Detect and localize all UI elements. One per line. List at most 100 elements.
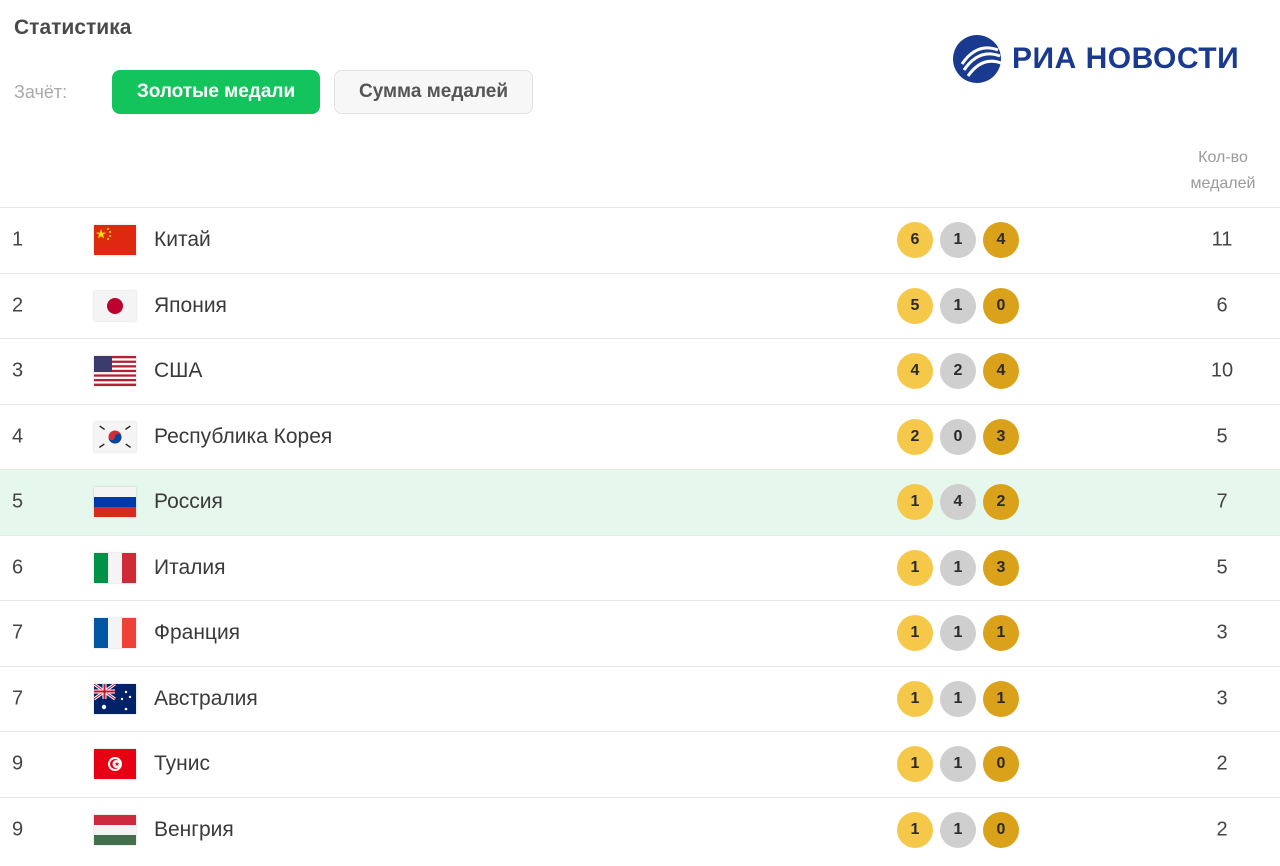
table-row[interactable]: 3 США 4 2 4 10 [0,338,1280,404]
logo-text: РИА НОВОСТИ [1012,42,1240,75]
country-name: Япония [154,293,227,317]
gold-medal-count: 6 [897,222,933,259]
medal-counts: 111 [897,615,1026,652]
bronze-medal-count: 1 [983,680,1019,717]
gold-medal-count: 5 [897,287,933,324]
total-column-header-line2: медалей [1190,175,1256,192]
china-flag-icon [94,225,136,256]
rank: 9 [12,818,24,841]
russia-flag-icon [94,487,136,518]
medal-table: 1 Китай 6 1 4 11 2 Япония 5 1 0 6 3 США 4 2 4 10 4 Республи… [0,207,1280,862]
table-row[interactable]: 2 Япония 5 1 0 6 [0,272,1280,339]
total-medal-count: 11 [1211,228,1233,251]
hungary-flag-icon [94,814,136,845]
table-row[interactable]: 1 Китай 6 1 4 11 [0,207,1280,273]
silver-medal-count: 1 [940,615,976,652]
bronze-medal-count: 4 [983,353,1019,390]
bronze-medal-count: 3 [983,418,1019,455]
rank: 5 [12,490,24,513]
silver-medal-count: 1 [940,549,976,586]
bronze-medal-count: 0 [983,746,1019,783]
france-flag-icon [94,618,136,649]
gold-medal-count: 1 [897,746,933,783]
country-name: США [154,359,203,383]
table-row[interactable]: 6 Италия 1 1 3 5 [0,534,1280,601]
filter-label: Зачёт: [14,82,68,102]
bronze-medal-count: 0 [983,287,1019,324]
ria-logo[interactable]: РИА НОВОСТИ [952,34,1239,84]
country-name: Китай [154,228,211,252]
rank: 1 [12,228,24,251]
silver-medal-count: 1 [940,811,976,848]
country-name: Австралия [154,686,258,710]
silver-medal-count: 1 [940,222,976,259]
total-medal-count: 7 [1216,490,1228,513]
total-medals-button[interactable]: Сумма медалей [334,70,533,114]
total-medal-count: 5 [1216,556,1228,579]
gold-medal-count: 1 [897,811,933,848]
table-row[interactable]: 7 Австралия 1 1 1 3 [0,665,1280,732]
rank: 7 [12,621,24,644]
bronze-medal-count: 1 [983,615,1019,652]
silver-medal-count: 1 [940,287,976,324]
rank: 7 [12,687,24,710]
country-name: Венгрия [154,817,234,841]
total-medal-count: 2 [1216,818,1228,841]
medal-counts: 110 [897,811,1026,848]
table-row[interactable]: 9 Венгрия 1 1 0 2 [0,796,1280,863]
country-name: Франция [154,621,241,645]
gold-medal-count: 2 [897,418,933,455]
medal-counts: 203 [897,418,1026,455]
total-medal-count: 5 [1216,425,1228,448]
gold-medal-count: 1 [897,549,933,586]
medal-counts: 111 [897,680,1026,717]
total-medal-count: 10 [1210,359,1234,382]
bronze-medal-count: 4 [983,222,1019,259]
medal-counts: 110 [897,746,1026,783]
bronze-medal-count: 2 [983,484,1019,521]
silver-medal-count: 0 [940,418,976,455]
total-column-header-line1: Кол-во [1198,149,1248,166]
rank: 4 [12,425,24,448]
australia-flag-icon [93,682,136,714]
bronze-medal-count: 3 [983,549,1019,586]
total-medal-count: 6 [1216,294,1228,317]
table-row[interactable]: 9 Тунис 1 1 0 2 [0,731,1280,797]
silver-medal-count: 2 [940,353,976,390]
country-name: Республика Корея [154,424,333,448]
italy-flag-icon [94,552,136,583]
total-medal-count: 2 [1216,752,1228,775]
rank: 6 [12,556,24,579]
usa-flag-icon [94,356,136,387]
total-medal-count: 3 [1216,687,1228,710]
gold-medal-count: 1 [897,484,933,521]
medal-counts: 113 [897,549,1026,586]
japan-flag-icon [94,290,136,321]
gold-medal-count: 1 [897,680,933,717]
silver-medal-count: 1 [940,680,976,717]
tunisia-flag-icon [94,749,136,780]
bronze-medal-count: 0 [983,811,1019,848]
silver-medal-count: 1 [940,746,976,783]
rank: 9 [12,752,24,775]
rank: 3 [12,359,24,382]
gold-medals-button[interactable]: Золотые медали [112,70,320,114]
gold-medal-count: 1 [897,615,933,652]
table-row[interactable]: 7 Франция 1 1 1 3 [0,600,1280,666]
silver-medal-count: 4 [940,484,976,521]
medal-counts: 142 [897,484,1026,521]
table-row[interactable]: 5 Россия 1 4 2 7 [0,469,1280,535]
medal-counts: 510 [897,287,1026,324]
country-name: Тунис [154,752,210,776]
ria-logo-icon [953,35,1002,83]
country-name: Италия [154,555,226,579]
table-row[interactable]: 4 Республика Корея 2 0 3 5 [0,403,1280,470]
total-column-header: Кол-во медалей [1170,145,1276,197]
rank: 2 [12,294,24,317]
country-name: Россия [154,490,223,514]
page-title: Статистика [14,16,132,39]
medal-counts: 614 [897,222,1026,259]
korea-flag-icon [94,421,136,452]
total-medal-count: 3 [1216,621,1228,644]
gold-medal-count: 4 [897,353,933,390]
